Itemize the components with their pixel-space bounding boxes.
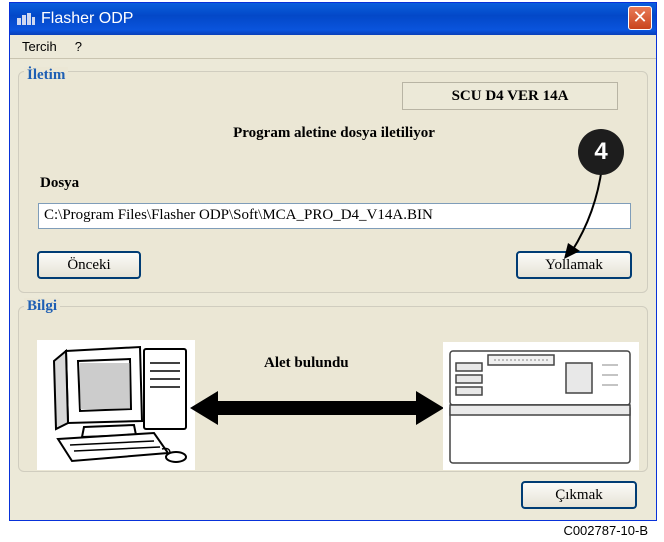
device-found-status: Alet bulundu [264, 355, 349, 371]
figure-caption: C002787-10-B [563, 523, 648, 538]
transfer-status: Program aletine dosya iletiliyor [233, 125, 435, 141]
transmission-group-label: İletim [24, 67, 69, 84]
computer-icon [37, 340, 195, 470]
app-icon [17, 13, 35, 25]
previous-button[interactable]: Önceki [37, 251, 141, 279]
menu-bar: Tercih ? [10, 35, 656, 59]
annotation-arrow [564, 166, 603, 259]
info-group-label: Bilgi [24, 298, 61, 315]
title-bar[interactable]: Flasher ODP ✕ [10, 3, 656, 35]
menu-item-tercih[interactable]: Tercih [22, 39, 57, 54]
controller-device-icon [443, 342, 639, 470]
flasher-window: Flasher ODP ✕ Tercih ? İletim SCU D4 VER… [9, 2, 657, 521]
close-button[interactable]: ✕ [628, 6, 652, 30]
exit-button[interactable]: Çıkmak [521, 481, 637, 509]
file-path-field[interactable]: C:\Program Files\Flasher ODP\Soft\MCA_PR… [38, 203, 631, 229]
version-display: SCU D4 VER 14A [402, 82, 618, 110]
window-title: Flasher ODP [41, 10, 134, 27]
file-label: Dosya [40, 175, 80, 191]
double-arrow-icon [190, 391, 444, 425]
menu-item-help[interactable]: ? [75, 39, 82, 54]
close-icon: ✕ [632, 7, 648, 28]
step-badge: 4 [578, 129, 624, 175]
